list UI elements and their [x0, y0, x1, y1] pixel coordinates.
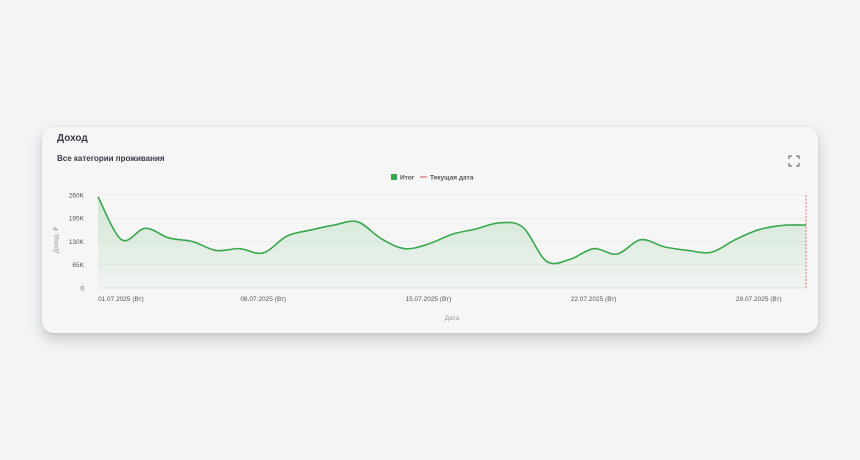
series-area-total: [98, 196, 806, 288]
legend-total-label: Итог: [400, 175, 415, 182]
y-axis-title: Доход, ₽: [52, 226, 60, 253]
legend: Итог Текущая дата: [391, 174, 474, 182]
x-tick-label: 01.07.2025 (Вт): [98, 296, 144, 303]
income-card: 0 65K 130K 195K 260K 01.07.2025 (Вт) 08.07.20…: [42, 127, 818, 333]
y-tick-label: 0: [80, 285, 84, 292]
legend-item-total[interactable]: Итог: [391, 174, 415, 182]
legend-total-swatch: [391, 174, 397, 180]
x-tick-label: 22.07.2025 (Вт): [571, 296, 617, 303]
x-axis-title: Дата: [445, 315, 460, 322]
y-tick-label: 195K: [69, 216, 85, 223]
x-tick-label: 08.07.2025 (Вт): [240, 296, 286, 303]
y-tick-label: 65K: [72, 262, 84, 269]
legend-current-date-label: Текущая дата: [430, 175, 474, 182]
legend-item-current-date[interactable]: Текущая дата: [420, 175, 474, 182]
y-tick-label: 130K: [69, 239, 85, 246]
x-tick-label: 29.07.2025 (Вт): [736, 296, 782, 303]
card-title: Доход: [57, 133, 88, 144]
card-subtitle: Все категории проживания: [57, 154, 165, 163]
expand-icon[interactable]: [788, 154, 800, 167]
x-tick-label: 15.07.2025 (Вт): [406, 296, 452, 303]
y-tick-label: 260K: [69, 192, 85, 199]
